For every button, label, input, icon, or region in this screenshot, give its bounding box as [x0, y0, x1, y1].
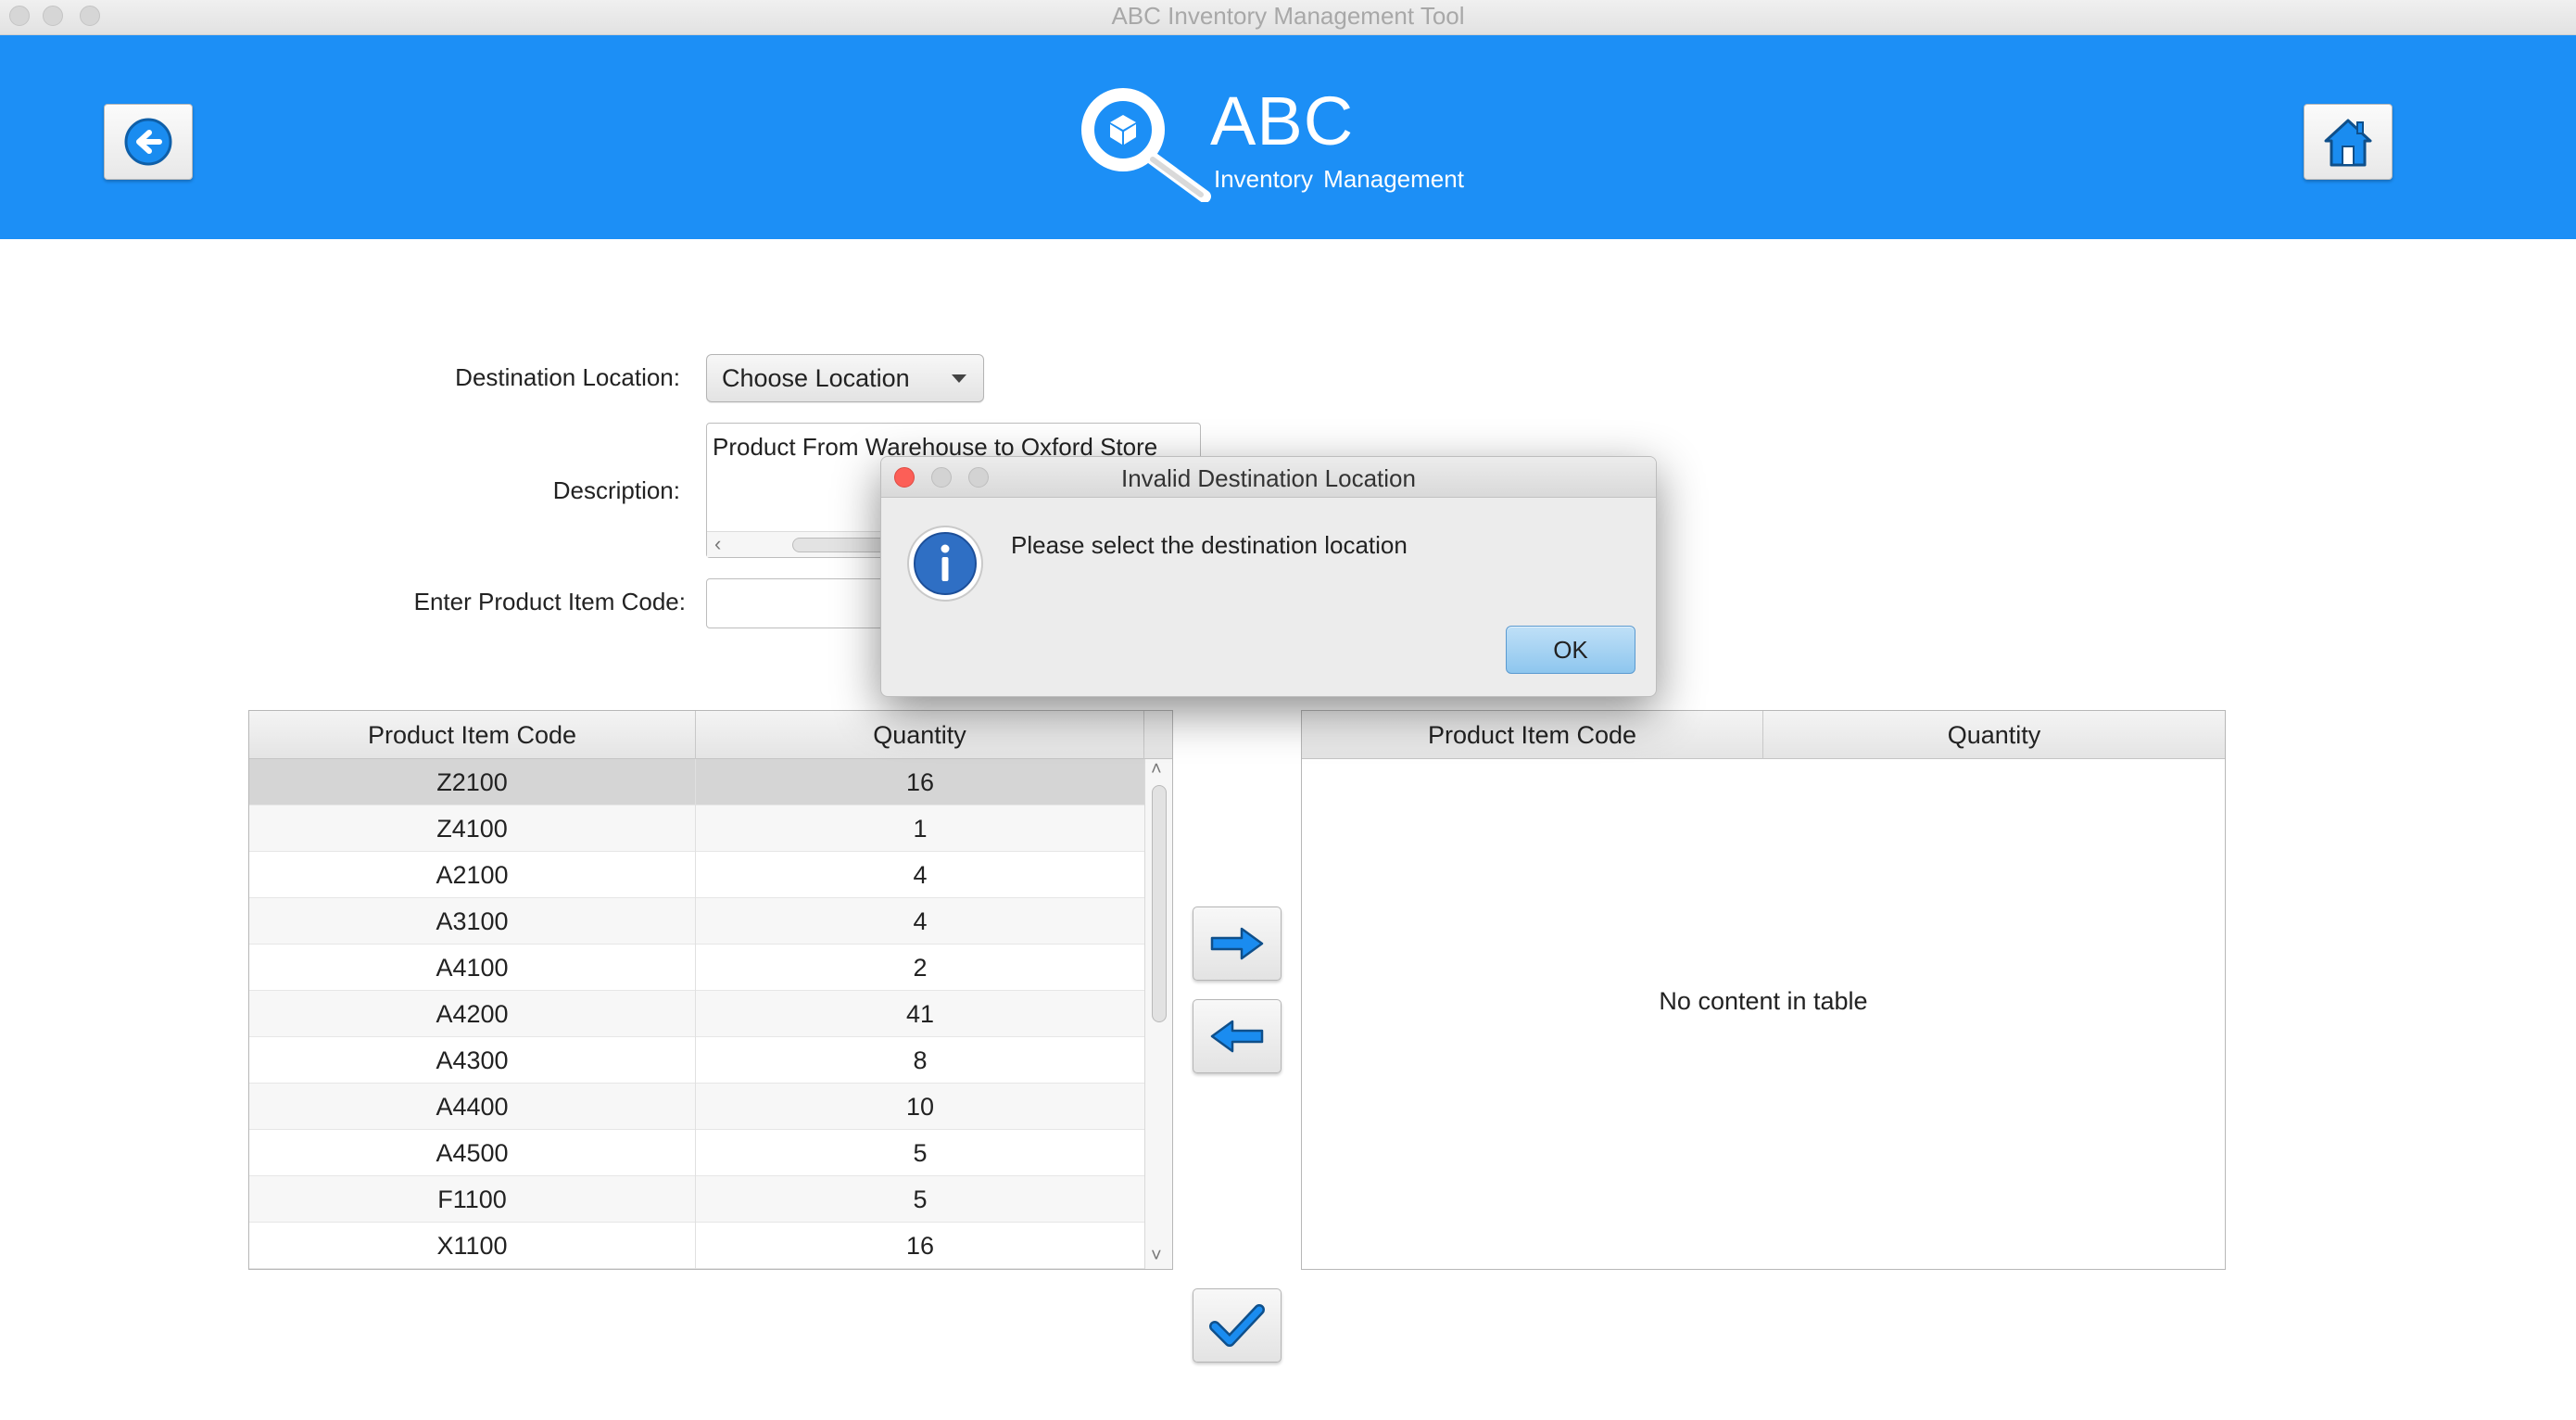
cell-quantity: 5: [913, 1185, 928, 1213]
scroll-down-icon[interactable]: ˅: [1151, 1246, 1162, 1267]
invalid-destination-dialog: Invalid Destination Location Please sele…: [880, 456, 1657, 697]
table-row[interactable]: A4300 8: [249, 1037, 1172, 1084]
table-row[interactable]: Z4100 1: [249, 805, 1172, 852]
cell-quantity: 10: [905, 1093, 935, 1121]
table-row[interactable]: A4400 10: [249, 1084, 1172, 1130]
cell-quantity: 1: [913, 815, 928, 843]
table-row[interactable]: F1100 5: [249, 1176, 1172, 1223]
cell-quantity: 4: [913, 907, 928, 935]
app-window: ABC Inventory Management Tool ABC Invent…: [0, 0, 2576, 1420]
arrow-left-icon: [1210, 1020, 1264, 1053]
item-code-label: Enter Product Item Code:: [413, 588, 686, 615]
window-titlebar: ABC Inventory Management Tool: [0, 0, 2576, 35]
column-header-filler: [1144, 711, 1172, 759]
target-products-table: Product Item Code Quantity No content in…: [1301, 710, 2226, 1270]
home-icon: [2324, 119, 2372, 167]
move-right-button[interactable]: [1193, 907, 1282, 981]
source-products-table: Product Item Code Quantity Z2100 16 Z4100 1…: [248, 710, 1173, 1270]
magnifier-box-logo-icon: [1081, 88, 1211, 202]
table-row[interactable]: A3100 4: [249, 898, 1172, 945]
cell-product-code: A4200: [249, 991, 696, 1037]
destination-label: Destination Location:: [455, 363, 680, 391]
column-header-quantity[interactable]: Quantity: [1763, 711, 2225, 759]
destination-location-select[interactable]: Choose Location: [706, 354, 984, 402]
chevron-down-icon: [952, 374, 966, 383]
description-label: Description:: [552, 476, 680, 504]
move-left-button[interactable]: [1193, 999, 1282, 1073]
table-row[interactable]: X1100 16: [249, 1223, 1172, 1269]
table-row[interactable]: A2100 4: [249, 852, 1172, 898]
column-header-quantity[interactable]: Quantity: [696, 711, 1144, 759]
table-row[interactable]: A4500 5: [249, 1130, 1172, 1176]
brand-subtitle: Inventory Management: [1214, 165, 1464, 193]
cell-quantity: 41: [905, 1000, 935, 1028]
cell-product-code: Z2100: [249, 759, 696, 805]
info-icon: [907, 526, 983, 602]
cell-product-code: A2100: [249, 852, 696, 898]
cell-product-code: X1100: [249, 1223, 696, 1269]
table-body: Z2100 16 Z4100 1 A2100 4 A3100 4 A4100 2 A4200 41 A4…: [249, 759, 1172, 1269]
cell-quantity: 8: [913, 1046, 928, 1074]
cell-product-code: A4300: [249, 1037, 696, 1084]
ok-button[interactable]: OK: [1506, 626, 1635, 674]
cell-product-code: F1100: [249, 1176, 696, 1223]
table-row[interactable]: A4200 41: [249, 991, 1172, 1037]
source-table-vertical-scrollbar[interactable]: ˄ ˅: [1144, 759, 1172, 1269]
brand-name: ABC: [1210, 82, 1355, 159]
dialog-titlebar: Invalid Destination Location: [881, 457, 1656, 498]
table-header: Product Item Code Quantity: [1302, 711, 2225, 759]
home-button[interactable]: [2304, 104, 2393, 180]
scroll-up-icon[interactable]: ˄: [1151, 759, 1162, 780]
arrow-left-circle-icon: [124, 118, 172, 166]
app-header: ABC Inventory Management: [0, 35, 2576, 239]
checkmark-icon: [1209, 1304, 1265, 1347]
cell-product-code: Z4100: [249, 805, 696, 852]
confirm-button[interactable]: [1193, 1288, 1282, 1363]
back-button[interactable]: [104, 104, 193, 180]
cell-quantity: 16: [905, 768, 935, 796]
cell-product-code: A3100: [249, 898, 696, 945]
table-row[interactable]: A4100 2: [249, 945, 1172, 991]
cell-quantity: 16: [905, 1232, 935, 1260]
table-row[interactable]: Z2100 16: [249, 759, 1172, 805]
table-header: Product Item Code Quantity: [249, 711, 1172, 759]
cell-product-code: A4100: [249, 945, 696, 991]
dialog-title: Invalid Destination Location: [1121, 464, 1416, 492]
arrow-right-icon: [1210, 927, 1264, 960]
column-header-code[interactable]: Product Item Code: [249, 711, 696, 759]
cell-quantity: 2: [913, 954, 928, 982]
cell-product-code: A4400: [249, 1084, 696, 1130]
cell-product-code: A4500: [249, 1130, 696, 1176]
scrollbar-thumb[interactable]: [1152, 785, 1167, 1022]
dialog-message: Please select the destination location: [1011, 531, 1408, 559]
column-header-code[interactable]: Product Item Code: [1302, 711, 1763, 759]
empty-table-message: No content in table: [1659, 987, 1868, 1015]
cell-quantity: 4: [913, 861, 928, 889]
window-title: ABC Inventory Management Tool: [1111, 2, 1465, 30]
scroll-left-icon[interactable]: ‹: [714, 532, 721, 556]
cell-quantity: 5: [913, 1139, 928, 1167]
destination-select-value: Choose Location: [722, 364, 910, 392]
